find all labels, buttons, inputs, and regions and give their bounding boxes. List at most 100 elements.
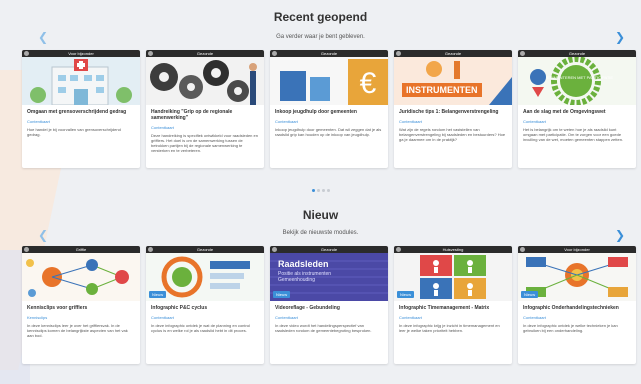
card-header-label: Gezonde: [196, 247, 214, 252]
module-card[interactable]: Gezonde EXPERIMENTEREN MET PARTICIPATIE …: [518, 50, 636, 168]
card-thumbnail: €: [270, 57, 388, 105]
next-arrow-icon[interactable]: ❯: [615, 30, 625, 44]
section-title: Nieuw: [302, 208, 339, 222]
carousel-dots: [0, 377, 641, 384]
euro-illustration: €: [270, 57, 388, 105]
card-thumbnail: INSTRUMENTEN: [394, 57, 512, 105]
euro-icon: €: [360, 67, 377, 100]
card-thumbnail: [146, 57, 264, 105]
carousel-dot[interactable]: [326, 189, 330, 192]
carousel-dots: [0, 179, 641, 197]
card-thumbnail: [22, 253, 140, 301]
card-header-label: Gezonde: [320, 247, 338, 252]
logo-icon: [396, 51, 401, 56]
card-header-label: Huisvesting: [442, 247, 464, 252]
module-card[interactable]: Gezonde € Inkoop jeugdhulp door gemeente…: [270, 50, 388, 168]
module-card[interactable]: Gezonde Raadsleden Positie als instrumen…: [270, 246, 388, 364]
new-badge: Nieuw: [273, 291, 291, 298]
card-title: Kennisclips voor griffiers: [27, 305, 88, 311]
module-card[interactable]: Voor bijzonder Omgaan met grensoverschri…: [22, 50, 140, 168]
logo-icon: [272, 247, 277, 252]
card-description: Hoe handel je bij voorvallen van grensov…: [27, 127, 121, 137]
carousel-dot[interactable]: [316, 189, 320, 192]
card-header: Huisvesting: [394, 246, 512, 253]
card-category: Contentkaart: [523, 119, 546, 124]
module-card[interactable]: Gezonde INSTRUMENTEN Juridische tips 1: …: [394, 50, 512, 168]
logo-icon: [24, 247, 29, 252]
new-badge: Nieuw: [149, 291, 167, 298]
recent-section: Recent geopend Ga verder waar je bent ge…: [0, 0, 641, 192]
card-thumbnail: Nieuw: [518, 253, 636, 301]
card-description: Het is belangrijk om te weten hoe je als…: [523, 127, 624, 142]
card-description: In deze kennisclips leer je over het gri…: [27, 323, 128, 338]
card-header-label: Griffie: [75, 247, 87, 252]
card-title: Infographic P&C cyclus: [151, 305, 208, 311]
logo-icon: [148, 51, 153, 56]
prev-arrow-icon[interactable]: ❮: [38, 228, 48, 242]
card-row: Voor bijzonder Omgaan met grensoverschri…: [22, 50, 641, 175]
video-line: Gemeenhouding: [278, 277, 315, 283]
participation-label: EXPERIMENTEREN MET PARTICIPATIE: [539, 75, 613, 80]
next-arrow-icon[interactable]: ❯: [615, 228, 625, 242]
logo-icon: [520, 51, 525, 56]
card-title: Inkoop jeugdhulp door gemeenten: [275, 109, 357, 115]
card-thumbnail: Nieuw: [394, 253, 512, 301]
card-header: Voor bijzonder: [518, 246, 636, 253]
card-category: Contentkaart: [399, 119, 422, 124]
module-card[interactable]: Gezonde Nieuw Infographic P&C cyclus Con…: [146, 246, 264, 364]
section-subtitle: Ga verder waar je bent gebleven.: [276, 34, 365, 40]
card-header-label: Voor bijzonder: [564, 247, 590, 252]
card-title: Omgaan met grensoverschrijdend gedrag: [27, 109, 127, 115]
card-category: Contentkaart: [399, 315, 422, 320]
card-description: Inkoop jeugdhulp door gemeenten. Dat wil…: [275, 127, 382, 137]
module-card[interactable]: Gezonde Handreiking "Grip op de regional…: [146, 50, 264, 168]
card-title: Aan de slag met de Omgevingswet: [523, 109, 606, 115]
card-description: In deze video wordt het handelingsperspe…: [275, 323, 372, 333]
carousel-dot[interactable]: [321, 189, 325, 192]
mindmap-illustration: [22, 253, 140, 301]
card-header: Griffie: [22, 246, 140, 253]
card-header: Gezonde: [270, 50, 388, 57]
module-card[interactable]: Huisvesting Nieuw Infographic Timemanage…: [394, 246, 512, 364]
card-category: Contentkaart: [151, 125, 174, 130]
card-category: Contentkaart: [523, 315, 546, 320]
section-subtitle: Bekijk de nieuwste modules.: [282, 230, 359, 236]
card-category: Contentkaart: [27, 119, 50, 124]
card-header: Gezonde: [394, 50, 512, 57]
new-section: Nieuw Bekijk de nieuwste modules. ❮ ❯ Gr…: [0, 202, 641, 384]
section-title: Recent geopend: [273, 10, 368, 24]
card-description: Wat zijn de regels rondom het vaststelle…: [399, 127, 506, 142]
logo-icon: [272, 51, 277, 56]
prev-arrow-icon[interactable]: ❮: [38, 30, 48, 44]
carousel-dot[interactable]: [311, 189, 315, 192]
card-category: Contentkaart: [275, 315, 298, 320]
module-card[interactable]: Griffie Kennisclips voor griffiers Kenni…: [22, 246, 140, 364]
card-thumbnail: [22, 57, 140, 105]
card-description: In deze infographic ontdek je wat de pla…: [151, 323, 250, 333]
new-badge: Nieuw: [397, 291, 415, 298]
card-header: Gezonde: [270, 246, 388, 253]
card-header-label: Voor bijzonder: [68, 51, 94, 56]
instrumenten-label: INSTRUMENTEN: [406, 85, 478, 95]
card-thumbnail: EXPERIMENTEREN MET PARTICIPATIE: [518, 57, 636, 105]
participation-illustration: EXPERIMENTEREN MET PARTICIPATIE: [518, 57, 636, 105]
card-description: In deze infographic krijg je inzicht in …: [399, 323, 500, 333]
card-header: Voor bijzonder: [22, 50, 140, 57]
hospital-illustration: [22, 57, 140, 105]
card-title: Handreiking "Grip op de regionale samenw…: [151, 109, 233, 121]
new-badge: Nieuw: [521, 291, 539, 298]
card-row: Griffie Kennisclips voor griffiers Kenni…: [22, 246, 641, 371]
card-title: Juridische tips 1: Belangenverstrengelin…: [399, 109, 499, 115]
card-category: Contentkaart: [275, 119, 298, 124]
card-header-label: Gezonde: [444, 51, 462, 56]
card-title: Videoreflage - Gebundeling: [275, 305, 340, 311]
module-card[interactable]: Voor bijzonder Nieuw Infographic Onderha…: [518, 246, 636, 364]
logo-icon: [520, 247, 525, 252]
card-description: Deze handreiking is specifiek ontwikkeld…: [151, 133, 258, 153]
card-thumbnail: Nieuw: [146, 253, 264, 301]
card-header: Gezonde: [146, 246, 264, 253]
logo-icon: [24, 51, 29, 56]
card-title: Infographic Timemanagement - Matrix: [399, 305, 490, 311]
gears-illustration: [146, 57, 264, 105]
card-category: Contentkaart: [151, 315, 174, 320]
